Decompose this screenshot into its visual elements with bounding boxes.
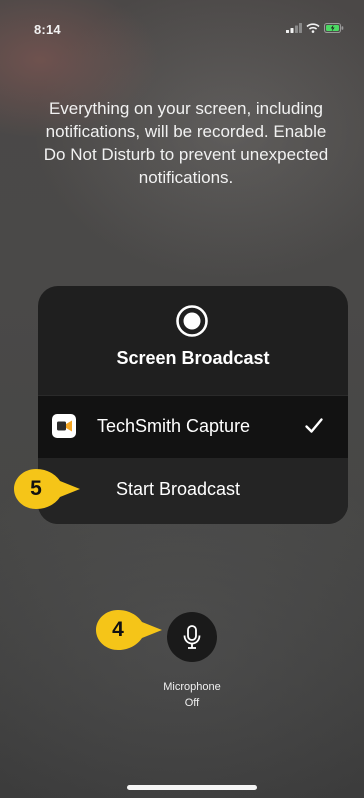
wifi-icon bbox=[306, 23, 320, 33]
record-icon bbox=[176, 305, 208, 337]
microphone-state-text: Off bbox=[184, 697, 200, 709]
sheet-title: Screen Broadcast bbox=[116, 348, 270, 368]
app-option-techsmith-capture[interactable]: TechSmith Capture bbox=[38, 395, 348, 459]
microphone-icon bbox=[183, 625, 201, 649]
step-5-number: 5 bbox=[30, 477, 42, 500]
microphone-label: Microphone Off bbox=[132, 679, 252, 711]
app-name: TechSmith Capture bbox=[97, 416, 251, 436]
step-5-callout: 5 bbox=[14, 469, 80, 509]
battery-charging-icon bbox=[324, 23, 344, 33]
checkmark-icon bbox=[305, 418, 323, 433]
techsmith-capture-icon bbox=[52, 414, 76, 438]
broadcast-sheet: Screen Broadcast TechSmith Capture Start… bbox=[38, 286, 348, 524]
signal-icon bbox=[286, 23, 302, 33]
microphone-label-text: Microphone bbox=[163, 681, 221, 693]
step-4-number: 4 bbox=[112, 618, 124, 641]
status-icons bbox=[286, 23, 344, 33]
start-broadcast-button[interactable]: Start Broadcast bbox=[38, 458, 348, 524]
status-bar: 8:14 bbox=[0, 0, 364, 52]
home-indicator bbox=[127, 785, 257, 790]
microphone-toggle-button[interactable] bbox=[167, 612, 217, 662]
screen-broadcast-screen: 8:14 Everything on your screen, includin… bbox=[0, 0, 364, 798]
step-4-callout: 4 bbox=[96, 610, 162, 650]
start-broadcast-label: Start Broadcast bbox=[116, 479, 241, 499]
status-time: 8:14 bbox=[34, 22, 61, 37]
recording-warning-text: Everything on your screen, including not… bbox=[43, 99, 329, 187]
